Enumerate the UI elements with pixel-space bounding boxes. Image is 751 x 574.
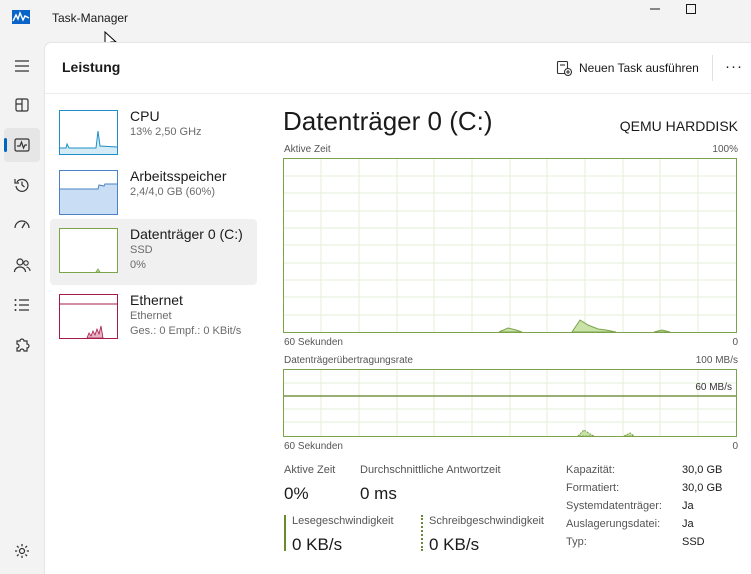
property-value: 30,0 GB — [682, 464, 723, 476]
main-panel: Leistung Neuen Task ausführen ··· CPU 13… — [44, 42, 751, 574]
active-time-graph-max: 100% — [712, 144, 738, 155]
resource-name: Ethernet — [130, 292, 183, 308]
transfer-rate-graph-label: Datenträgerübertragungsrate — [284, 355, 413, 366]
transfer-rate-reference-label: 60 MB/s — [695, 382, 732, 393]
processes-icon — [15, 98, 29, 112]
property-label: Formatiert: — [566, 482, 620, 494]
active-time-value: 0% — [284, 484, 309, 503]
read-speed-indicator — [284, 515, 286, 551]
page-header: Leistung Neuen Task ausführen ··· — [45, 43, 751, 94]
ethernet-sparkline — [60, 303, 117, 338]
cpu-sparkline — [60, 130, 117, 154]
resource-detail: Ges.: 0 Empf.: 0 KBit/s — [130, 325, 242, 337]
resource-memory[interactable]: Arbeitsspeicher 2,4/4,0 GB (60%) — [50, 161, 257, 227]
property-label: Typ: — [566, 536, 587, 548]
resource-cpu[interactable]: CPU 13% 2,50 GHz — [50, 101, 257, 167]
property-value: 30,0 GB — [682, 482, 723, 494]
transfer-rate-graph-time-label: 60 Sekunden — [284, 441, 343, 452]
window-title: Task-Manager — [52, 11, 129, 25]
active-time-graph-min: 0 — [732, 337, 738, 348]
nav-users[interactable] — [4, 248, 40, 282]
property-value: SSD — [682, 536, 705, 548]
resource-detail: 13% 2,50 GHz — [130, 126, 202, 138]
property-label: Auslagerungsdatei: — [566, 518, 661, 530]
nav-processes[interactable] — [4, 88, 40, 122]
run-new-task-button[interactable]: Neuen Task ausführen — [550, 54, 705, 82]
resource-disk-0[interactable]: Datenträger 0 (C:) SSD 0% — [50, 219, 257, 285]
startup-apps-icon — [14, 220, 30, 229]
write-speed-value: 0 KB/s — [429, 535, 480, 554]
resource-detail: SSD — [130, 244, 153, 256]
disk-model: QEMU HARDDISK — [619, 118, 738, 134]
maximize-icon — [686, 4, 696, 14]
detail-title: Datenträger 0 (C:) — [283, 106, 493, 136]
task-manager-app-icon — [12, 10, 30, 24]
property-label: Kapazität: — [566, 464, 615, 476]
performance-icon — [14, 138, 30, 152]
nav-services[interactable] — [4, 328, 40, 362]
response-time-value: 0 ms — [360, 484, 397, 503]
transfer-rate-graph-plot — [284, 370, 736, 436]
nav-performance[interactable] — [4, 128, 40, 162]
active-time-graph-time-label: 60 Sekunden — [284, 337, 343, 348]
services-icon — [16, 338, 30, 352]
property-label: Systemdatenträger: — [566, 500, 662, 512]
app-history-icon — [14, 178, 29, 192]
resource-name: Datenträger 0 (C:) — [130, 226, 243, 242]
run-task-icon — [556, 60, 572, 76]
active-time-label: Aktive Zeit — [284, 464, 336, 476]
details-icon — [14, 299, 29, 311]
resource-detail: Ethernet — [130, 310, 172, 322]
property-value: Ja — [682, 518, 694, 530]
run-task-label: Neuen Task ausführen — [579, 61, 699, 75]
write-speed-label: Schreibgeschwindigkeit — [429, 515, 544, 527]
maximize-button[interactable] — [678, 0, 724, 32]
resource-detail: 0% — [130, 259, 146, 271]
nav-menu-button[interactable] — [4, 49, 40, 83]
resource-name: CPU — [130, 108, 160, 124]
settings-icon — [15, 544, 29, 558]
transfer-rate-graph-max: 100 MB/s — [695, 355, 738, 366]
resource-detail: 2,4/4,0 GB (60%) — [130, 186, 215, 198]
active-time-graph-plot — [284, 159, 736, 332]
nav-details[interactable] — [4, 288, 40, 322]
response-time-label: Durchschnittliche Antwortzeit — [360, 464, 501, 476]
cpu-thumbnail-graph — [59, 110, 118, 155]
menu-icon — [15, 60, 29, 72]
nav-startup-apps[interactable] — [4, 208, 40, 242]
transfer-rate-graph-min: 0 — [732, 441, 738, 452]
title-bar: Task-Manager — [0, 0, 751, 51]
header-divider — [712, 55, 713, 81]
ethernet-thumbnail-graph — [59, 294, 118, 339]
more-options-button[interactable]: ··· — [721, 56, 747, 80]
read-speed-value: 0 KB/s — [292, 535, 343, 554]
transfer-rate-graph — [283, 369, 737, 437]
active-time-graph-label: Aktive Zeit — [284, 144, 331, 155]
users-icon — [13, 258, 31, 273]
minimize-button[interactable] — [632, 0, 678, 32]
resource-name: Arbeitsspeicher — [130, 168, 227, 184]
disk-sparkline — [95, 268, 101, 272]
nav-app-history[interactable] — [4, 168, 40, 202]
property-value: Ja — [682, 500, 694, 512]
nav-settings[interactable] — [4, 534, 40, 568]
memory-thumbnail-graph — [59, 170, 118, 215]
page-title: Leistung — [62, 59, 121, 75]
memory-sparkline — [60, 183, 117, 214]
minimize-icon — [650, 8, 660, 10]
read-speed-label: Lesegeschwindigkeit — [292, 515, 394, 527]
active-time-graph — [283, 158, 737, 333]
write-speed-indicator — [421, 515, 423, 551]
navigation-rail — [0, 40, 44, 573]
resource-ethernet[interactable]: Ethernet Ethernet Ges.: 0 Empf.: 0 KBit/… — [50, 285, 257, 351]
disk-thumbnail-graph — [59, 228, 118, 273]
